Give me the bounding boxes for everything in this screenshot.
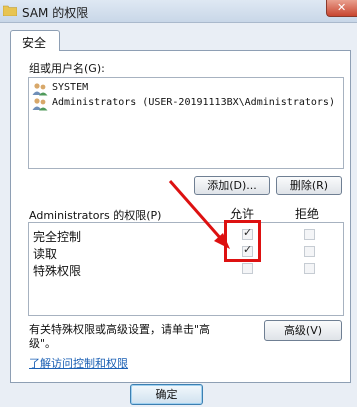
access-control-help-link[interactable]: 了解访问控制和权限 bbox=[29, 355, 128, 371]
close-icon: ✕ bbox=[337, 1, 347, 14]
deny-read-checkbox[interactable] bbox=[304, 246, 315, 257]
deny-header: 拒绝 bbox=[295, 207, 320, 221]
permissions-list: 完全控制 读取 特殊权限 bbox=[28, 222, 344, 316]
permissions-label: Administrators 的权限(P) bbox=[29, 209, 162, 222]
window-title: SAM 的权限 bbox=[22, 6, 89, 20]
ok-button[interactable]: 确定 bbox=[130, 384, 203, 405]
advanced-button[interactable]: 高级(V) bbox=[264, 320, 342, 341]
tab-security-label: 安全 bbox=[22, 36, 47, 50]
permission-name: 特殊权限 bbox=[33, 264, 82, 278]
groups-label: 组或用户名(G): bbox=[29, 62, 105, 75]
title-bar: SAM 的权限 ✕ bbox=[0, 0, 357, 23]
user-name: Administrators (USER-20191113BX\Administ… bbox=[52, 97, 335, 108]
permission-name: 读取 bbox=[33, 247, 58, 261]
deny-special-checkbox[interactable] bbox=[304, 263, 315, 274]
remove-button[interactable]: 删除(R) bbox=[276, 176, 342, 195]
tab-security[interactable]: 安全 bbox=[10, 30, 60, 51]
annotation-highlight-box bbox=[224, 220, 261, 262]
folder-icon bbox=[3, 5, 17, 16]
permission-name: 完全控制 bbox=[33, 230, 82, 244]
advanced-note-line2: 级"。 bbox=[29, 337, 57, 350]
user-group-icon bbox=[32, 83, 48, 96]
close-button[interactable]: ✕ bbox=[326, 0, 357, 17]
allow-special-checkbox[interactable] bbox=[242, 263, 253, 274]
user-group-icon bbox=[32, 98, 48, 111]
add-button[interactable]: 添加(D)... bbox=[194, 176, 270, 195]
users-list[interactable]: SYSTEM Administrators (USER-20191113BX\A… bbox=[28, 77, 344, 169]
deny-full-control-checkbox[interactable] bbox=[304, 229, 315, 240]
advanced-note-line1: 有关特殊权限或高级设置，请单击"高 bbox=[29, 323, 211, 336]
user-name: SYSTEM bbox=[52, 82, 89, 93]
